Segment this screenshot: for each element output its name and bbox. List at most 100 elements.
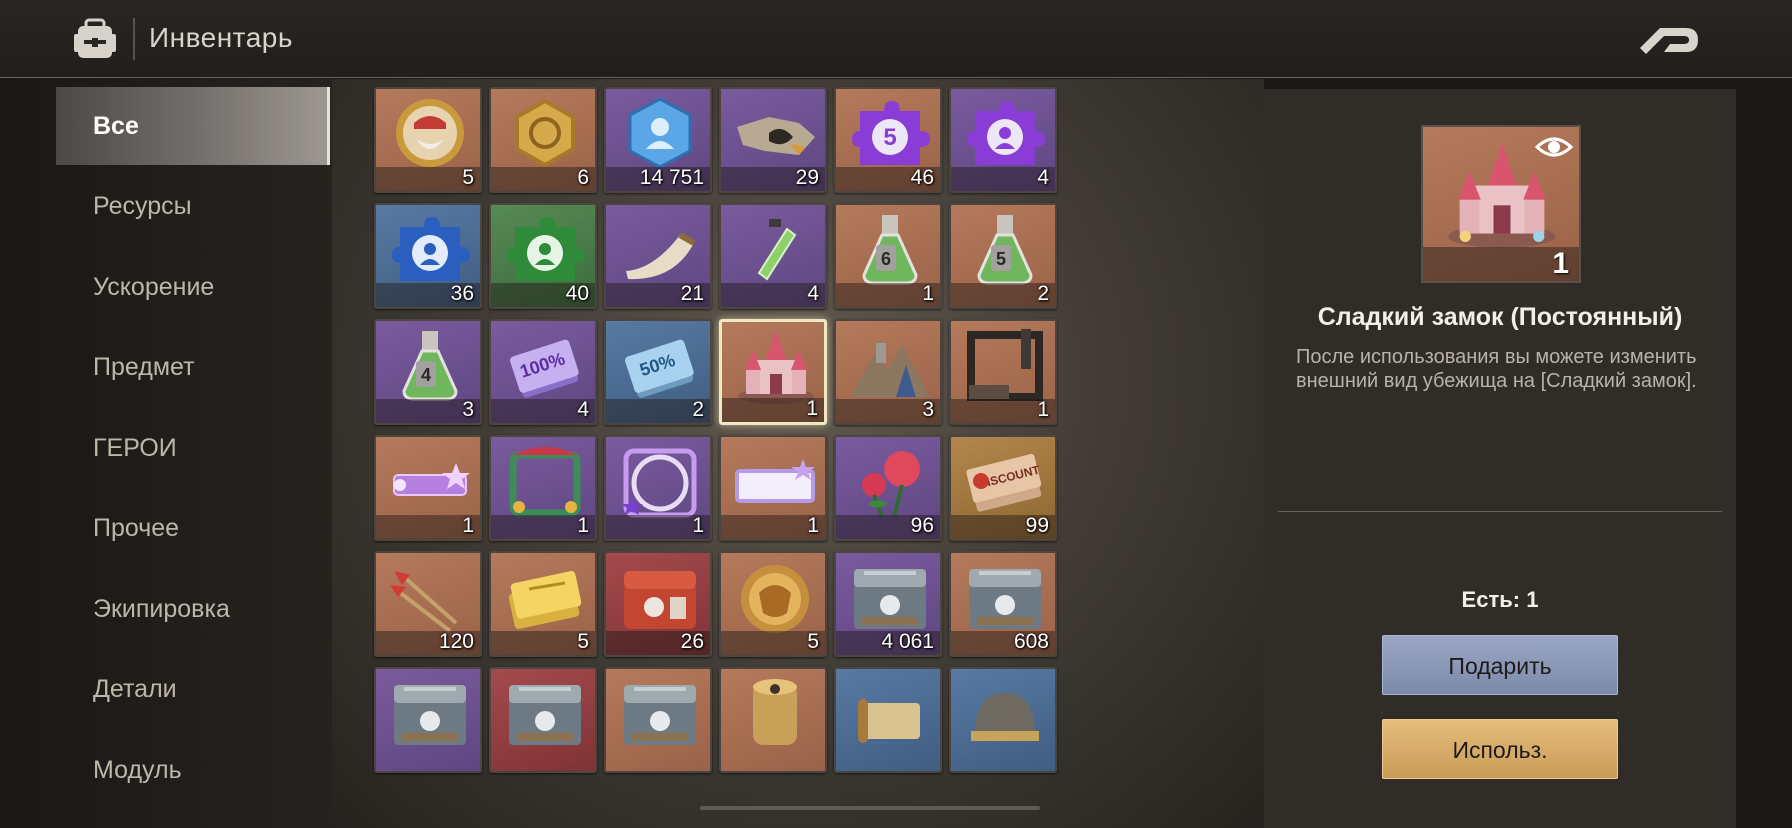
inventory-item-tile[interactable]: 96	[834, 435, 942, 541]
inventory-item-tile[interactable]	[834, 667, 942, 773]
item-quantity: 4	[807, 282, 819, 305]
inventory-item-tile[interactable]: 14 751	[604, 87, 712, 193]
item-quantity: 14 751	[639, 166, 704, 189]
item-quantity: 29	[795, 166, 819, 189]
sidebar-item-other[interactable]: Прочее	[56, 489, 330, 567]
item-quantity: 4	[577, 398, 589, 421]
inventory-item-tile[interactable]: 120	[374, 551, 482, 657]
inventory-item-tile[interactable]: 608	[949, 551, 1057, 657]
steel-chest-icon	[969, 569, 1041, 629]
svg-text:5: 5	[996, 249, 1006, 269]
purple-nameplate-icon	[735, 459, 815, 503]
inventory-item-tile[interactable]: 3	[834, 319, 942, 425]
inventory-item-tile[interactable]: 1	[489, 435, 597, 541]
inventory-item-tile[interactable]: 4	[719, 203, 827, 309]
flask-5-icon: 5	[977, 215, 1033, 285]
eye-icon[interactable]	[1535, 133, 1573, 161]
svg-text:6: 6	[881, 249, 891, 269]
sidebar-item-label: Ресурсы	[93, 192, 192, 220]
inventory-item-tile[interactable]: 5	[719, 551, 827, 657]
sidebar-item-label: Предмет	[93, 353, 195, 381]
sidebar-item-label: Ускорение	[93, 273, 215, 301]
inventory-item-tile[interactable]	[719, 667, 827, 773]
item-quantity: 5	[462, 166, 474, 189]
steel-chest-icon	[624, 685, 696, 745]
star-ring-frame-icon	[621, 448, 697, 518]
sidebar-item-parts[interactable]: Детали	[56, 650, 330, 728]
ticket-100-icon: 100%	[510, 339, 579, 398]
gift-button[interactable]: Подарить	[1382, 635, 1618, 695]
back-arrow-icon[interactable]	[1636, 18, 1702, 58]
inventory-item-tile[interactable]: 1	[604, 435, 712, 541]
steel-chest-icon	[509, 685, 581, 745]
green-puzzle-hero-icon	[507, 217, 585, 281]
svg-text:5: 5	[883, 124, 896, 151]
sidebar-item-speedups[interactable]: Ускорение	[56, 248, 330, 326]
sidebar-item-all[interactable]: Все	[56, 87, 330, 165]
sidebar-item-label: Детали	[93, 675, 177, 703]
category-sidebar: Все Ресурсы Ускорение Предмет ГЕРОИ Проч…	[0, 79, 332, 828]
sidebar-item-items[interactable]: Предмет	[56, 328, 330, 406]
hero-medal-icon	[396, 99, 464, 167]
inventory-item-tile[interactable]: 1	[719, 435, 827, 541]
inventory-item-tile[interactable]: 43	[374, 319, 482, 425]
sidebar-item-label: Все	[93, 112, 139, 140]
item-quantity: 46	[910, 166, 934, 189]
item-quantity: 1	[1037, 398, 1049, 421]
scroll-indicator[interactable]	[700, 806, 1040, 810]
purple-puzzle-s-icon: 5	[852, 101, 930, 165]
sweet-castle-icon	[738, 330, 814, 404]
sidebar-item-label: Экипировка	[93, 595, 230, 623]
red-chest-icon	[624, 571, 696, 629]
item-quantity: 6	[577, 166, 589, 189]
detail-divider	[1278, 511, 1722, 512]
item-quantity: 36	[450, 282, 474, 305]
inventory-item-tile[interactable]: 5 46	[834, 87, 942, 193]
inventory-item-tile[interactable]: 5	[374, 87, 482, 193]
item-quantity: 608	[1013, 630, 1049, 653]
inventory-item-tile[interactable]: 4	[949, 87, 1057, 193]
scroll-item-icon	[858, 699, 920, 743]
sidebar-item-resources[interactable]: Ресурсы	[56, 167, 330, 245]
inventory-item-tile[interactable]	[374, 667, 482, 773]
inventory-item-tile[interactable]: 52	[949, 203, 1057, 309]
inventory-item-tile[interactable]: 4 061	[834, 551, 942, 657]
header-bar: Инвентарь	[0, 0, 1792, 78]
sidebar-item-equipment[interactable]: Экипировка	[56, 570, 330, 648]
sidebar-item-label: Прочее	[93, 514, 180, 542]
item-quantity: 5	[807, 630, 819, 653]
item-preview: 1	[1421, 125, 1581, 283]
inventory-item-tile[interactable]: 29	[719, 87, 827, 193]
inventory-item-tile[interactable]: 1	[719, 319, 827, 425]
inventory-item-tile[interactable]: 40	[489, 203, 597, 309]
inventory-item-tile[interactable]	[489, 667, 597, 773]
inventory-item-tile[interactable]: 1	[949, 319, 1057, 425]
inventory-item-tile[interactable]: 100% 4	[489, 319, 597, 425]
inventory-item-tile[interactable]: DISCOUNT 99	[949, 435, 1057, 541]
inventory-item-tile[interactable]: 50% 2	[604, 319, 712, 425]
item-quantity: 21	[680, 282, 704, 305]
inventory-item-tile[interactable]: 6	[489, 87, 597, 193]
inventory-item-tile[interactable]: 1	[374, 435, 482, 541]
gold-can-icon	[753, 679, 797, 745]
use-button[interactable]: Использ.	[1382, 719, 1618, 779]
flask-6-icon: 6	[862, 215, 918, 285]
inventory-item-tile[interactable]: 5	[489, 551, 597, 657]
inventory-item-tile[interactable]	[604, 667, 712, 773]
inventory-item-tile[interactable]: 21	[604, 203, 712, 309]
item-quantity: 1	[692, 514, 704, 537]
inventory-item-tile[interactable]: 61	[834, 203, 942, 309]
inventory-item-tile[interactable]: 36	[374, 203, 482, 309]
sidebar-item-heroes[interactable]: ГЕРОИ	[56, 409, 330, 487]
item-quantity: 2	[692, 398, 704, 421]
jester-frame-icon	[509, 447, 581, 517]
sidebar-item-module[interactable]: Модуль	[56, 731, 330, 809]
torn-map-fragment-icon	[737, 117, 815, 155]
green-vial-icon	[757, 219, 797, 281]
inventory-item-tile[interactable]	[949, 667, 1057, 773]
backpack-icon	[74, 18, 116, 58]
horn-icon	[626, 232, 696, 280]
inventory-item-tile[interactable]: 26	[604, 551, 712, 657]
item-quantity: 1	[807, 514, 819, 537]
preview-quantity: 1	[1552, 247, 1569, 280]
